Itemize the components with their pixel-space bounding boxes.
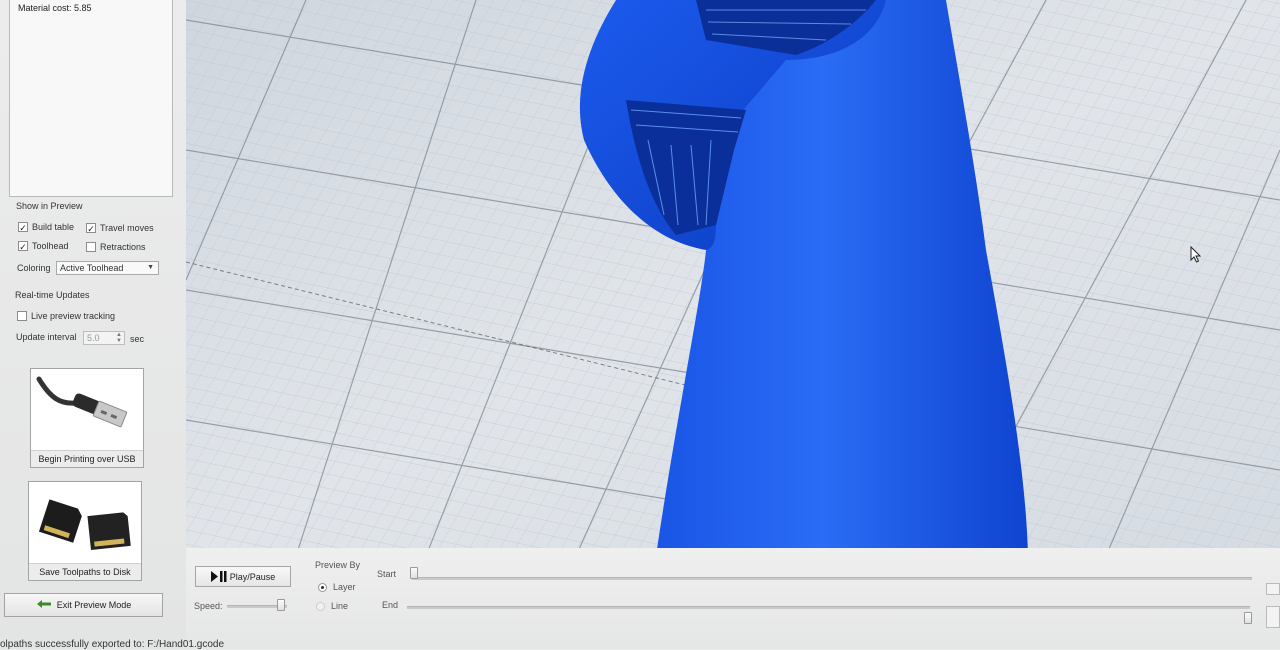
coloring-dropdown[interactable]: Active Toolhead ▼ <box>56 261 159 275</box>
play-pause-button[interactable]: Play/Pause <box>195 566 291 587</box>
end-slider-handle[interactable] <box>1244 612 1252 624</box>
coloring-label: Coloring <box>17 263 51 273</box>
toolhead-checkbox-row[interactable]: ✓ Toolhead <box>18 241 69 252</box>
layer-radio-label: Layer <box>333 582 356 592</box>
begin-printing-usb-button[interactable]: Begin Printing over USB <box>30 368 144 468</box>
coloring-value: Active Toolhead <box>60 263 124 273</box>
end-value-box[interactable] <box>1266 606 1280 628</box>
travel-moves-label: Travel moves <box>100 223 154 233</box>
exit-preview-label: Exit Preview Mode <box>56 600 132 610</box>
save-button-caption: Save Toolpaths to Disk <box>29 563 141 580</box>
preview-by-label: Preview By <box>315 560 361 570</box>
dropdown-arrow-icon: ▼ <box>147 264 154 271</box>
start-slider-track[interactable] <box>412 577 1252 580</box>
spin-arrows-icon[interactable]: ▲ ▼ <box>116 332 122 344</box>
speed-label: Speed: <box>194 601 223 611</box>
show-in-preview-heading: Show in Preview <box>16 201 83 211</box>
speed-slider-handle[interactable] <box>277 599 285 611</box>
layer-radio-row[interactable]: Layer <box>318 582 356 592</box>
end-slider-track[interactable] <box>407 606 1250 609</box>
3d-preview-viewport[interactable] <box>186 0 1280 556</box>
stats-box: Material cost: 5.85 <box>9 0 173 197</box>
status-message: olpaths successfully exported to: F:/Han… <box>0 639 225 650</box>
save-toolpaths-button[interactable]: Save Toolpaths to Disk <box>28 481 142 581</box>
travel-moves-checkbox-row[interactable]: ✓ Travel moves <box>86 223 154 234</box>
retractions-checkbox[interactable] <box>86 242 96 252</box>
live-preview-checkbox[interactable] <box>17 311 27 321</box>
line-radio-label: Line <box>331 601 349 611</box>
update-interval-label: Update interval <box>16 332 77 342</box>
travel-moves-checkbox[interactable]: ✓ <box>86 223 96 234</box>
usb-button-caption: Begin Printing over USB <box>31 450 143 467</box>
sd-cards-icon <box>29 482 141 564</box>
live-preview-checkbox-row[interactable]: Live preview tracking <box>17 311 115 321</box>
live-preview-label: Live preview tracking <box>31 311 116 321</box>
end-label: End <box>382 600 399 610</box>
update-interval-spinbox[interactable]: 5.0 ▲ ▼ <box>83 331 125 345</box>
realtime-updates-heading: Real-time Updates <box>15 290 90 300</box>
retractions-label: Retractions <box>100 242 146 252</box>
back-arrow-icon <box>36 600 51 608</box>
build-table-grid <box>186 0 1280 556</box>
usb-cable-icon <box>31 369 143 451</box>
mouse-pointer-icon <box>1190 246 1202 263</box>
play-pause-label: Play/Pause <box>229 571 276 582</box>
retractions-checkbox-row[interactable]: Retractions <box>86 242 146 252</box>
build-table-checkbox-row[interactable]: ✓ Build table <box>18 222 75 233</box>
update-interval-unit: sec <box>130 334 145 344</box>
start-slider-handle[interactable] <box>410 567 418 579</box>
build-table-checkbox[interactable]: ✓ <box>18 222 28 233</box>
exit-preview-button[interactable]: Exit Preview Mode <box>4 593 163 617</box>
start-value-box[interactable] <box>1266 583 1280 595</box>
play-pause-icon <box>210 571 227 582</box>
toolhead-label: Toolhead <box>32 241 69 251</box>
left-panel: Material cost: 5.85 Show in Preview ✓ Bu… <box>0 0 186 649</box>
layer-radio[interactable] <box>318 582 327 592</box>
build-table-label: Build table <box>32 222 75 232</box>
update-interval-value: 5.0 <box>87 333 100 343</box>
start-label: Start <box>377 569 397 579</box>
line-radio[interactable] <box>316 601 325 611</box>
material-cost: Material cost: 5.85 <box>18 3 92 13</box>
toolhead-checkbox[interactable]: ✓ <box>18 241 28 252</box>
line-radio-row[interactable]: Line <box>316 601 348 611</box>
